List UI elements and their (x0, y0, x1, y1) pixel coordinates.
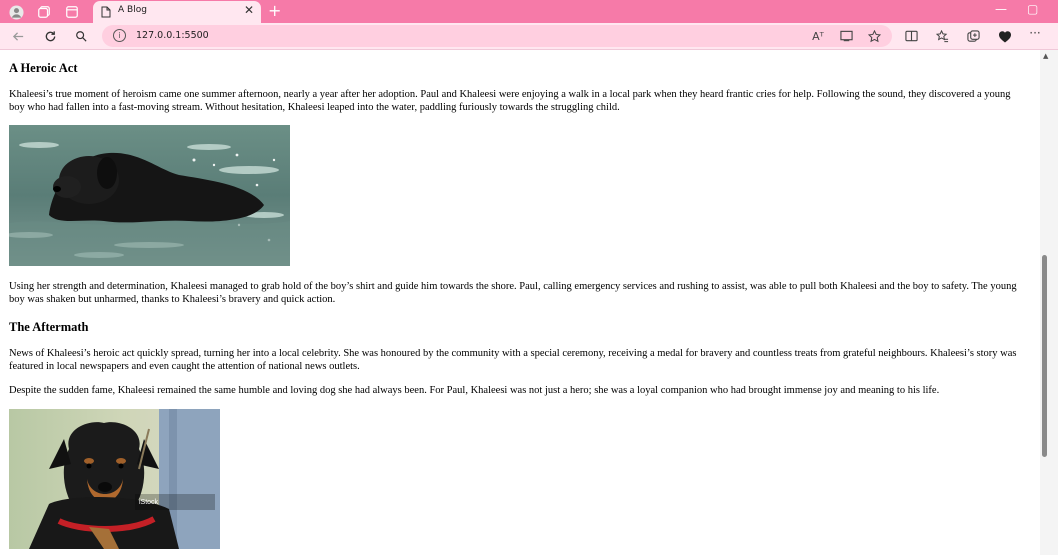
url-text[interactable]: 127.0.0.1:5500 (136, 30, 209, 41)
info-icon[interactable]: i (113, 29, 126, 42)
tab-close-icon[interactable]: ✕ (244, 3, 254, 17)
tab-title: A Blog (118, 5, 147, 15)
back-icon[interactable] (10, 28, 26, 44)
extensions-icon[interactable] (997, 28, 1013, 44)
workspaces-icon[interactable] (36, 4, 52, 20)
heading-aftermath: The Aftermath (9, 320, 89, 334)
tab-bar: A Blog ✕ + — ▢ (0, 0, 1058, 23)
paragraph-fame: Despite the sudden fame, Khaleesi remain… (9, 385, 940, 396)
favorites-icon[interactable] (934, 28, 950, 44)
favorite-icon[interactable] (866, 28, 882, 44)
tab-actions-icon[interactable] (64, 4, 80, 20)
more-icon[interactable]: ··· (1027, 25, 1043, 41)
paragraph-heroism: Khaleesi’s true moment of heroism came o… (9, 89, 1011, 113)
paragraph-rescue: Using her strength and determination, Kh… (9, 281, 1017, 305)
split-screen-icon[interactable] (903, 28, 919, 44)
minimize-button[interactable]: — (995, 2, 1007, 16)
profile-icon[interactable] (8, 4, 24, 20)
collections-icon[interactable] (965, 28, 981, 44)
scroll-up-icon[interactable]: ▲ (1043, 52, 1048, 60)
immersive-reader-icon[interactable] (838, 28, 854, 44)
swimming-dog-image (5, 125, 290, 271)
rottweiler-image: iStock (9, 409, 220, 554)
browser-toolbar: i 127.0.0.1:5500 Aᵀ ··· (0, 23, 1058, 50)
search-icon[interactable] (73, 28, 89, 44)
tab-a-blog[interactable]: A Blog ✕ (93, 1, 261, 23)
page-icon (101, 5, 111, 23)
scrollbar-thumb[interactable] (1042, 255, 1047, 457)
maximize-button[interactable]: ▢ (1027, 2, 1038, 16)
page-content: A Heroic Act Khaleesi’s true moment of h… (0, 50, 1040, 555)
heading-heroic-act: A Heroic Act (9, 61, 78, 75)
new-tab-button[interactable]: + (268, 1, 281, 20)
refresh-icon[interactable] (42, 28, 58, 44)
address-bar[interactable]: i 127.0.0.1:5500 Aᵀ (102, 25, 892, 47)
istock-watermark: iStock (139, 499, 159, 506)
paragraph-news: News of Khaleesi’s heroic act quickly sp… (9, 348, 1017, 372)
read-aloud-icon[interactable]: Aᵀ (810, 28, 826, 44)
